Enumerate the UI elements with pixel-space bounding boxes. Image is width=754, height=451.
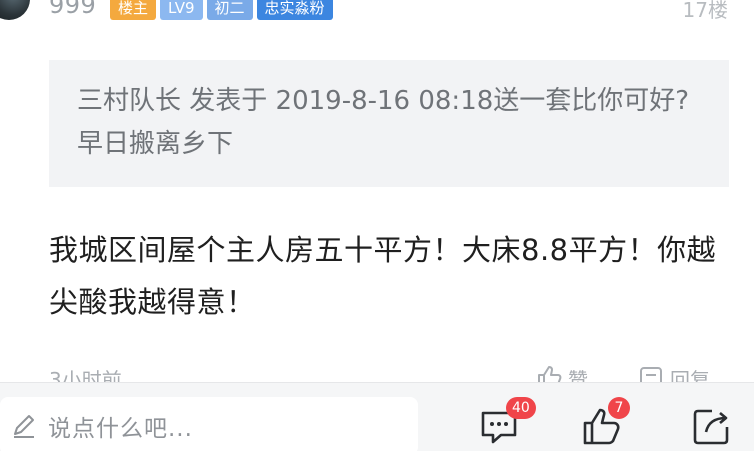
quoted-post[interactable]: 三村队长 发表于 2019-8-16 08:18送一套比你可好? 早日搬离乡下 — [49, 60, 729, 187]
like-count-badge: 7 — [608, 397, 630, 419]
comment-icon — [640, 367, 662, 384]
like-button[interactable]: 7 — [580, 397, 630, 447]
owner-badge: 楼主 — [110, 0, 157, 20]
post-time: 3小时前 — [49, 368, 122, 384]
fan-badge: 忠实淼粉 — [256, 0, 333, 20]
avatar[interactable] — [0, 0, 30, 20]
like-label: 赞 — [568, 368, 588, 384]
share-button[interactable] — [690, 405, 732, 447]
reply-action[interactable]: 回复 — [638, 364, 710, 384]
comment-count-badge: 40 — [506, 397, 536, 419]
comments-button[interactable]: 40 — [478, 397, 536, 447]
comment-placeholder: 说点什么吧... — [48, 416, 193, 442]
pencil-icon — [14, 415, 34, 438]
bottom-bar: 说点什么吧... 40 7 — [0, 382, 754, 451]
post-body: 我城区间屋个主人房五十平方！大床8.8平方！你越尖酸我越得意！ — [49, 233, 717, 319]
reply-label: 回复 — [670, 368, 710, 384]
comment-input[interactable]: 说点什么吧... — [0, 397, 418, 451]
grade-badge: 初二 — [206, 0, 253, 20]
username[interactable]: 999 — [49, 0, 96, 19]
thumbs-up-icon — [538, 366, 562, 384]
floor-number: 17楼 — [682, 0, 728, 22]
level-badge: LV9 — [160, 0, 203, 20]
user-badges: 楼主 LV9 初二 忠实淼粉 — [110, 0, 333, 20]
post-header: 999 楼主 LV9 初二 忠实淼粉 17楼 — [0, 0, 754, 24]
post-meta-row: 3小时前 赞 回复 — [0, 360, 754, 384]
like-action[interactable]: 赞 — [536, 364, 588, 384]
share-icon — [693, 409, 729, 445]
